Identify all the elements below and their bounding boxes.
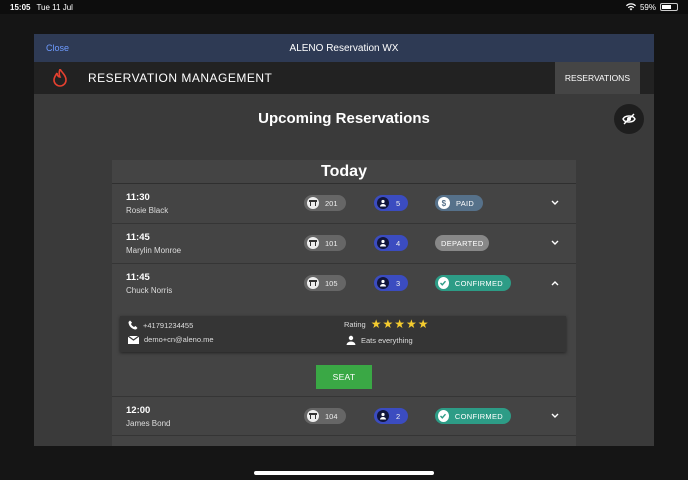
guest-count: 2 xyxy=(396,411,401,421)
chevron-down-icon[interactable] xyxy=(550,198,560,208)
reservations-nav-button[interactable]: RESERVATIONS xyxy=(554,62,640,94)
email-address[interactable]: demo+cn@aleno.me xyxy=(144,335,214,344)
person-icon xyxy=(377,410,389,422)
svg-text:$: $ xyxy=(442,199,447,207)
status-badge: CONFIRMED xyxy=(435,408,511,424)
main-content: Upcoming Reservations Today 11:30 Rosie … xyxy=(34,94,654,446)
page-title: Upcoming Reservations xyxy=(258,110,430,127)
dollar-icon: $ xyxy=(438,197,450,209)
status-label: PAID xyxy=(456,198,475,208)
reservation-time: 11:45 xyxy=(126,272,150,283)
person-icon xyxy=(377,197,389,209)
home-indicator[interactable] xyxy=(254,471,434,475)
guests-badge: 2 xyxy=(374,408,408,424)
status-date: Tue 11 Jul xyxy=(36,2,73,12)
guests-badge: 4 xyxy=(374,235,408,251)
table-badge: 101 xyxy=(304,235,346,251)
star-icon: ★ xyxy=(382,317,394,331)
app-header: RESERVATION MANAGEMENT RESERVATIONS xyxy=(34,62,654,94)
star-icon: ★ xyxy=(405,317,417,331)
table-number: 101 xyxy=(325,238,338,248)
reservations-panel: Today 11:30 Rosie Black 201 5 $ PAID 11:… xyxy=(112,160,576,446)
guest-count: 4 xyxy=(396,238,401,248)
battery-percent: 59% xyxy=(639,2,656,12)
preference-line: Eats everything xyxy=(346,335,413,345)
guests-badge: 5 xyxy=(374,195,408,211)
table-badge: 104 xyxy=(304,408,346,424)
reservation-name: James Bond xyxy=(126,419,171,428)
email-line: demo+cn@aleno.me xyxy=(128,335,214,344)
chevron-up-icon[interactable] xyxy=(550,278,560,288)
phone-line: +41791234455 xyxy=(128,320,193,330)
table-icon xyxy=(307,277,319,289)
reservation-name: Marylin Monroe xyxy=(126,246,182,255)
star-icon: ★ xyxy=(394,317,405,331)
status-right: 59% xyxy=(625,2,678,12)
rating-stars: ★ ★ ★ ★ ★ xyxy=(370,317,429,331)
chevron-down-icon[interactable] xyxy=(550,238,560,248)
section-header-today: Today xyxy=(112,160,576,184)
reservation-row[interactable]: 11:30 Rosie Black 201 5 $ PAID xyxy=(112,184,576,224)
rating-line: Rating ★ ★ ★ ★ ★ xyxy=(344,317,429,331)
app-name: RESERVATION MANAGEMENT xyxy=(88,71,273,85)
reservation-row[interactable]: 12:00 James Bond 104 2 CONFIRMED xyxy=(112,396,576,436)
reservation-name: Chuck Norris xyxy=(126,286,173,295)
star-icon: ★ xyxy=(370,317,382,331)
seat-button[interactable]: SEAT xyxy=(316,365,372,389)
modal-title: ALENO Reservation WX xyxy=(289,42,399,54)
guest-count: 3 xyxy=(396,278,401,288)
check-icon xyxy=(438,410,449,422)
guest-count: 5 xyxy=(396,198,401,208)
close-button[interactable]: Close xyxy=(34,43,69,53)
check-icon xyxy=(438,277,449,289)
table-badge: 201 xyxy=(304,195,346,211)
mail-icon xyxy=(128,335,139,344)
rating-label: Rating xyxy=(344,319,366,329)
status-label: DEPARTED xyxy=(441,238,484,248)
aleno-logo-icon xyxy=(52,69,68,87)
table-badge: 105 xyxy=(304,275,346,291)
table-number: 201 xyxy=(325,198,338,208)
status-badge: $ PAID xyxy=(435,195,483,211)
status-bar: 15:05 Tue 11 Jul 59% xyxy=(0,0,688,14)
table-icon xyxy=(307,410,319,422)
person-icon xyxy=(377,237,389,249)
phone-number[interactable]: +41791234455 xyxy=(143,321,193,330)
person-icon xyxy=(346,335,356,345)
reservation-time: 11:30 xyxy=(126,192,150,203)
reservation-name: Rosie Black xyxy=(126,206,169,215)
wifi-icon xyxy=(625,3,636,11)
phone-icon xyxy=(128,320,138,330)
background-header xyxy=(0,22,688,33)
reservation-details: +41791234455 demo+cn@aleno.me Rating ★ ★… xyxy=(120,316,566,352)
status-label: CONFIRMED xyxy=(454,411,503,421)
preference-text: Eats everything xyxy=(361,335,413,345)
battery-icon xyxy=(660,3,678,11)
status-badge: DEPARTED xyxy=(435,235,489,251)
star-icon: ★ xyxy=(417,317,429,331)
chevron-down-icon[interactable] xyxy=(550,411,560,421)
person-icon xyxy=(377,277,389,289)
reservation-time: 11:45 xyxy=(126,232,150,243)
eye-off-icon xyxy=(622,113,636,125)
reservation-row[interactable]: 11:45 Marylin Monroe 101 4 DEPARTED xyxy=(112,224,576,264)
table-icon xyxy=(307,197,319,209)
modal-title-bar: Close ALENO Reservation WX xyxy=(34,34,654,62)
status-label: CONFIRMED xyxy=(454,278,503,288)
table-icon xyxy=(307,237,319,249)
hide-toggle-button[interactable] xyxy=(614,104,644,134)
table-number: 105 xyxy=(325,278,338,288)
reservation-time: 12:00 xyxy=(126,405,151,416)
reservation-row-expanded[interactable]: 11:45 Chuck Norris 105 3 CONFIRMED xyxy=(112,264,576,304)
guests-badge: 3 xyxy=(374,275,408,291)
reservation-modal: Close ALENO Reservation WX RESERVATION M… xyxy=(34,34,654,446)
table-number: 104 xyxy=(325,411,338,421)
status-badge: CONFIRMED xyxy=(435,275,511,291)
status-time: 15:05 xyxy=(10,2,31,12)
